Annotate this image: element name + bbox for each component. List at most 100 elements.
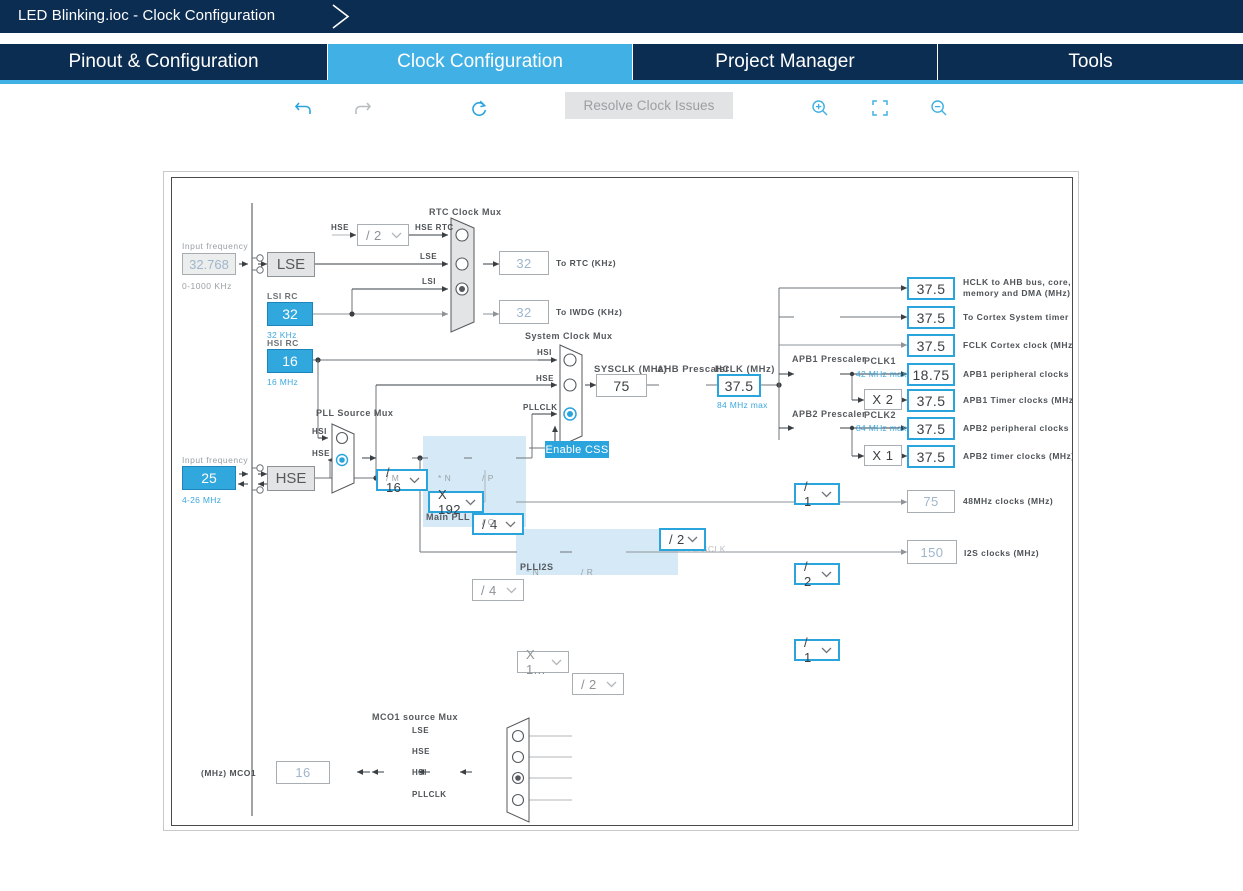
rtc-mux-input-lsi: LSI — [422, 277, 436, 286]
apb2-timer-output-box[interactable]: 37.5 — [907, 445, 955, 468]
zoom-in-button[interactable] — [803, 94, 837, 122]
tab-clock-configuration[interactable]: Clock Configuration — [328, 44, 633, 80]
pll-n-caption: * N — [438, 473, 452, 483]
apb1-prescaler-combo[interactable]: / 2 — [794, 559, 840, 589]
resolve-clock-issues-button[interactable]: Resolve Clock Issues — [565, 92, 733, 119]
plli2s-group-label: PLLI2S — [520, 562, 554, 572]
lsi-rc-value: 32 — [282, 306, 298, 322]
apb1-peripheral-output-box[interactable]: 18.75 — [907, 363, 955, 386]
chevron-down-icon — [463, 493, 477, 511]
hse-rtc-divider-value: / 2 — [366, 227, 382, 243]
tab-project-manager[interactable]: Project Manager — [633, 44, 938, 80]
apb1-prescaler-title: APB1 Prescaler — [792, 354, 867, 364]
apb1-timer-output-box[interactable]: 37.5 — [907, 389, 955, 412]
system-clock-mux-input-hse: HSE — [536, 374, 554, 383]
zoom-out-button[interactable] — [922, 94, 956, 122]
lse-oscillator-block[interactable]: LSE — [267, 252, 315, 277]
pclk2-max-label: 84 MHz max — [856, 423, 907, 433]
apb2-prescaler-value: / 1 — [804, 635, 812, 665]
apb2-timer-label: APB2 timer clocks (MHz) — [963, 451, 1073, 461]
main-pll-group-label: Main PLL — [426, 512, 470, 522]
reset-circular-arrow-icon — [472, 100, 487, 116]
sysclk-value-box: 75 — [596, 374, 647, 397]
zoom-in-icon — [812, 100, 828, 116]
pll-m-divider-combo[interactable]: / 16 — [376, 465, 428, 495]
apb1-prescaler-value: / 2 — [804, 559, 812, 589]
enable-css-button[interactable]: Enable CSS — [545, 441, 609, 458]
apb2-prescaler-combo[interactable]: / 1 — [794, 635, 840, 665]
apb1-timer-multiplier-box: X 2 — [864, 389, 902, 410]
to-rtc-value-box: 32 — [499, 251, 549, 275]
plli2s-r-value: / 2 — [581, 676, 597, 692]
rtc-mux-input-hse-rtc: HSE RTC — [415, 223, 454, 232]
hse-oscillator-block[interactable]: HSE — [267, 466, 315, 491]
pll-p-caption: / P — [482, 473, 494, 483]
pll-n-multiplier-combo[interactable]: X 192 — [428, 487, 484, 517]
hsi-rc-value: 16 — [282, 353, 298, 369]
apb2-prescaler-title: APB2 Prescaler — [792, 409, 867, 419]
rtc-mux-input-lse: LSE — [420, 252, 438, 261]
hsi-rc-value-box[interactable]: 16 — [267, 349, 313, 373]
chevron-down-icon — [407, 471, 421, 489]
undo-icon — [294, 102, 311, 114]
lse-oscillator-label: LSE — [276, 256, 306, 273]
chevron-down-icon — [819, 565, 833, 583]
hse-rtc-divider-combo[interactable]: / 2 — [357, 224, 409, 246]
pll-q-divider-combo[interactable]: / 4 — [472, 579, 524, 601]
cortex-system-timer-value: 37.5 — [916, 309, 946, 326]
hse-input-frequency-field[interactable]: 25 — [182, 466, 236, 490]
system-clock-mux-title: System Clock Mux — [525, 331, 613, 341]
tab-pinout-configuration[interactable]: Pinout & Configuration — [0, 44, 328, 80]
fclk-cortex-label: FCLK Cortex clock (MHz) — [963, 340, 1073, 350]
lse-input-frequency-label: Input frequency — [182, 241, 249, 251]
hclk-ahb-output-box[interactable]: 37.5 — [907, 277, 955, 300]
mco1-source-mux — [506, 717, 530, 823]
fclk-cortex-value: 37.5 — [916, 337, 946, 354]
mco1-value: 16 — [295, 765, 311, 780]
i2s-clocks-label: I2S clocks (MHz) — [964, 548, 1040, 558]
reset-button[interactable] — [462, 94, 496, 122]
lsi-rc-value-box[interactable]: 32 — [267, 302, 313, 326]
hclk-ahb-output-value: 37.5 — [916, 280, 946, 297]
chevron-down-icon — [549, 652, 563, 672]
hclk-value-box[interactable]: 37.5 — [717, 374, 761, 397]
ahb-prescaler-combo[interactable]: / 2 — [659, 528, 706, 551]
apb2-peripheral-output-box[interactable]: 37.5 — [907, 417, 955, 440]
i2s-clocks-value-box: 150 — [907, 540, 957, 564]
cortex-timer-divider-combo[interactable]: / 1 — [794, 479, 840, 509]
apb1-timer-multiplier-value: X 2 — [872, 392, 894, 407]
to-rtc-value: 32 — [516, 255, 532, 271]
apb2-timer-value: 37.5 — [916, 448, 946, 465]
fclk-cortex-output-box[interactable]: 37.5 — [907, 334, 955, 357]
plli2s-r-divider-combo[interactable]: / 2 — [572, 673, 624, 695]
fit-to-screen-button[interactable] — [863, 94, 897, 122]
pll-source-mux-input-hse: HSE — [312, 449, 330, 458]
undo-button[interactable] — [287, 94, 321, 122]
window-title-bar: LED Blinking.ioc - Clock Configuration — [0, 0, 1243, 33]
apb2-timer-multiplier-value: X 1 — [872, 448, 894, 463]
mco1-value-box: 16 — [276, 761, 330, 784]
pll-p-divider-combo[interactable]: / 4 — [472, 513, 524, 535]
pll-q-caption: / Q — [482, 517, 495, 527]
tab-tools[interactable]: Tools — [938, 44, 1243, 80]
apb1-timer-value: 37.5 — [916, 392, 946, 409]
cortex-system-timer-output-box[interactable]: 37.5 — [907, 306, 955, 329]
pll-source-mux-input-hsi: HSI — [312, 427, 327, 436]
clk48-value: 75 — [923, 494, 939, 509]
mco1-mux-input-lse: LSE — [412, 726, 430, 735]
pll-source-mux-title: PLL Source Mux — [316, 408, 394, 418]
hclk-ahb-output-label-text: HCLK to AHB bus, core, memory and DMA (M… — [963, 277, 1071, 298]
rtc-clock-mux — [450, 217, 475, 333]
lse-input-frequency-field[interactable]: 32.768 — [182, 253, 236, 275]
plli2s-n-multiplier-combo[interactable]: X 1... — [517, 647, 569, 677]
to-iwdg-label: To IWDG (KHz) — [556, 307, 623, 317]
pll-m-caption: / M — [386, 473, 400, 483]
redo-button[interactable] — [347, 94, 381, 122]
lse-input-frequency-value: 32.768 — [189, 256, 229, 272]
pclk1-max-label: 42 MHz max — [856, 369, 907, 379]
chevron-down-icon — [504, 580, 518, 600]
clock-diagram-viewport[interactable]: Input frequency 32.768 0-1000 KHz LSE HS… — [171, 177, 1073, 826]
chevron-down-icon — [819, 485, 833, 503]
apb1-timer-label: APB1 Timer clocks (MHz) — [963, 395, 1073, 405]
rtc-clock-mux-title: RTC Clock Mux — [429, 207, 502, 217]
